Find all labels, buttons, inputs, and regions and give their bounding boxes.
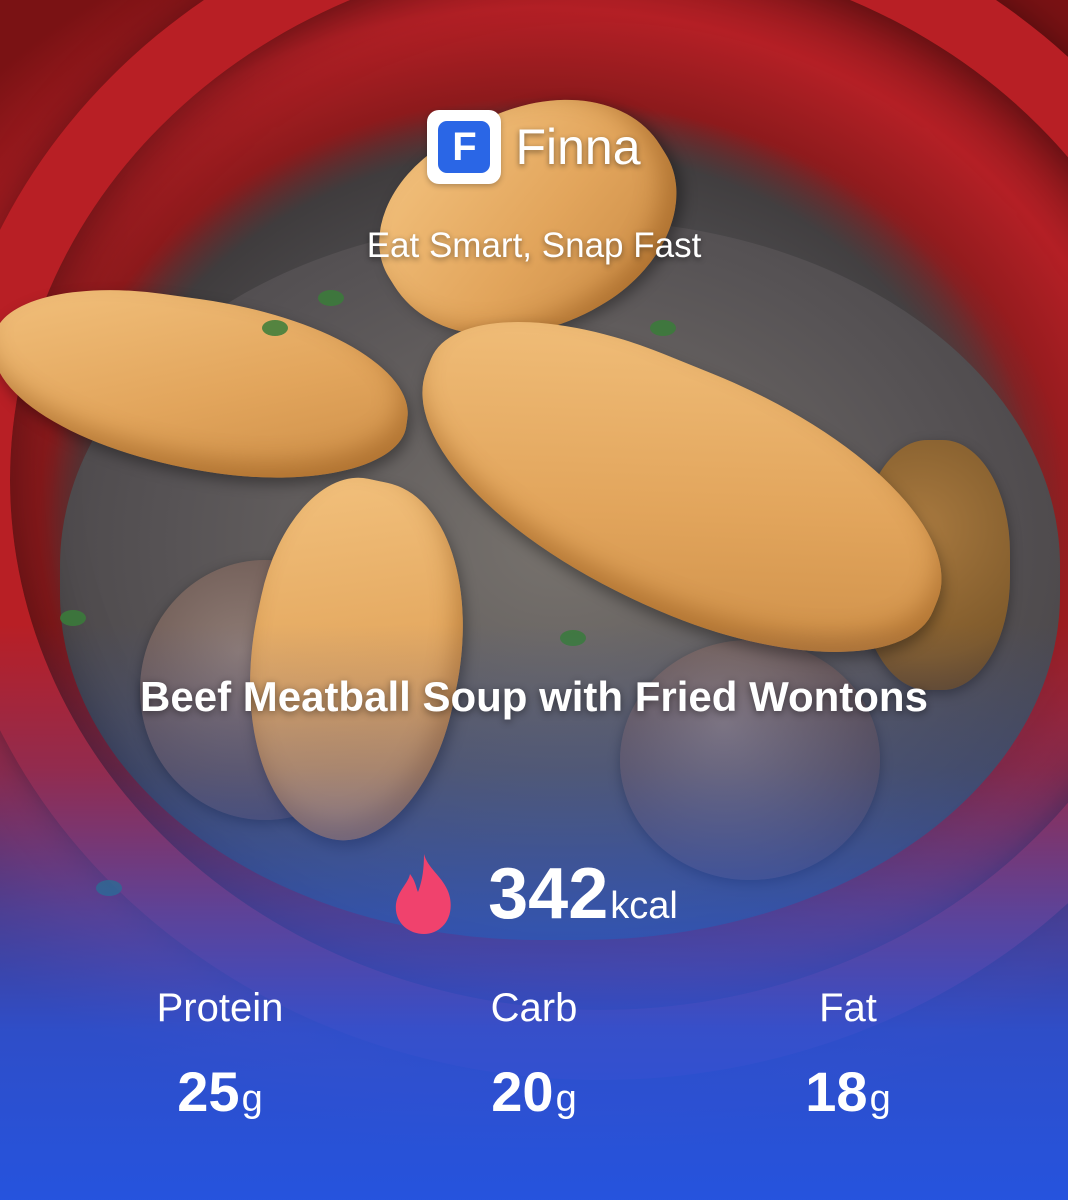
macro-unit: g bbox=[869, 1078, 891, 1120]
logo-letter: F bbox=[438, 121, 491, 173]
macro-label: Carb bbox=[490, 986, 578, 1030]
calorie-value: 342 bbox=[488, 854, 609, 934]
macro-value: 25 bbox=[177, 1060, 240, 1123]
flame-icon bbox=[395, 854, 451, 934]
brand-header: F Finna bbox=[0, 110, 1068, 184]
calorie-summary: 342kcal bbox=[0, 852, 1068, 936]
tagline: Eat Smart, Snap Fast bbox=[366, 226, 702, 265]
macro-label: Protein bbox=[156, 986, 284, 1030]
macro-carb: Carb 20g bbox=[434, 986, 634, 1124]
macro-value: 20 bbox=[491, 1060, 554, 1123]
macro-fat: Fat 18g bbox=[748, 986, 948, 1124]
food-snap-card: F Finna Eat Smart, Snap Fast Beef Meatba… bbox=[0, 0, 1068, 1200]
macro-unit: g bbox=[555, 1078, 577, 1120]
macro-value: 18 bbox=[805, 1060, 868, 1123]
calorie-unit: kcal bbox=[610, 885, 678, 927]
app-logo-icon: F bbox=[427, 110, 502, 184]
macro-label: Fat bbox=[819, 986, 877, 1030]
food-name: Beef Meatball Soup with Fried Wontons bbox=[140, 673, 928, 720]
macro-unit: g bbox=[241, 1078, 263, 1120]
app-name: Finna bbox=[515, 119, 641, 175]
macro-protein: Protein 25g bbox=[120, 986, 320, 1124]
macro-summary: Protein 25g Carb 20g Fat 18g bbox=[0, 986, 1068, 1124]
